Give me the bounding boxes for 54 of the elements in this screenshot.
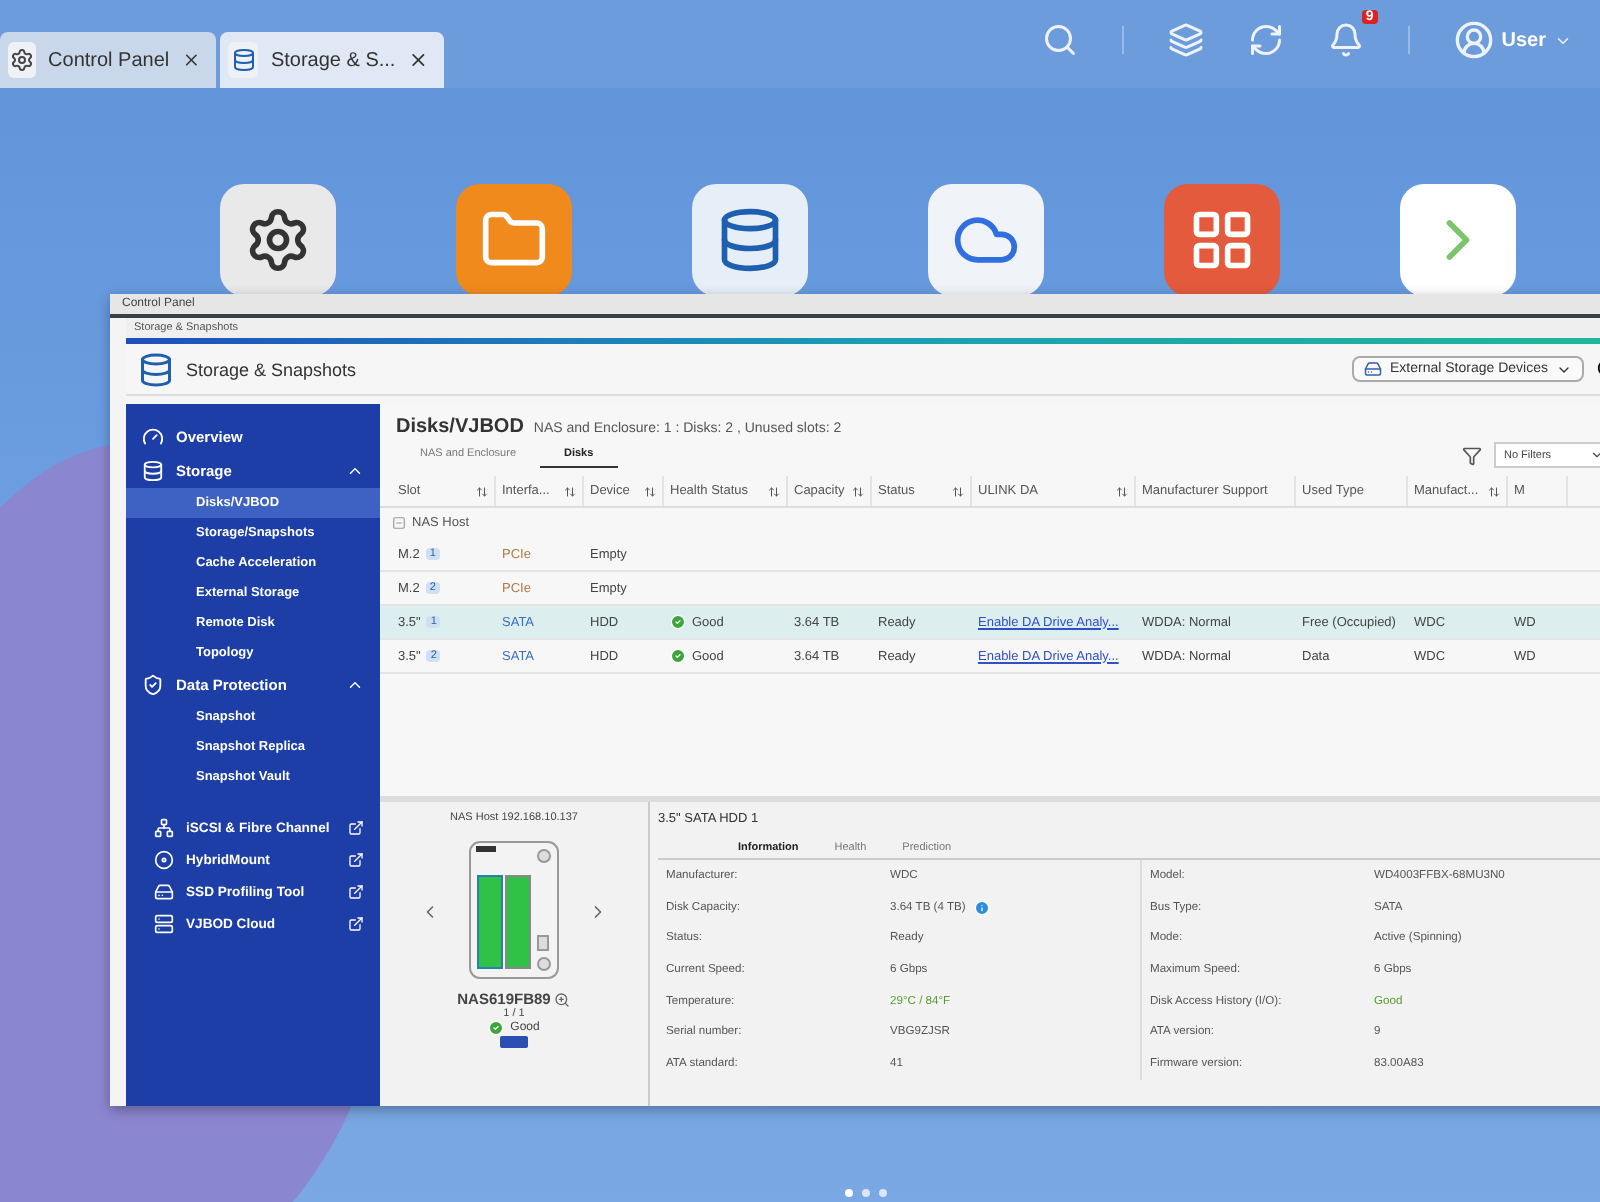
check-icon (670, 648, 686, 664)
app-tile[interactable] (220, 184, 336, 296)
search-icon[interactable] (1041, 22, 1078, 58)
database-icon (138, 351, 174, 387)
gauge-icon (142, 426, 164, 448)
sort-icon[interactable] (644, 485, 656, 497)
app-grid-icon (1188, 206, 1256, 274)
app-tab[interactable]: Storage & S... (220, 32, 444, 88)
user-avatar-icon[interactable] (1453, 20, 1494, 60)
info-icon[interactable] (973, 899, 990, 916)
sort-icon[interactable] (1488, 485, 1500, 497)
shield-icon (142, 674, 164, 696)
sort-icon[interactable] (952, 485, 964, 497)
nas-device-drawing (468, 840, 560, 984)
app-tile[interactable] (456, 184, 572, 296)
sync-icon[interactable] (1247, 22, 1284, 58)
sort-icon[interactable] (768, 485, 780, 497)
external-link-icon[interactable] (348, 852, 364, 868)
brand-badge-icon (500, 1036, 528, 1048)
layers-icon[interactable] (1167, 22, 1204, 58)
check-icon (488, 1020, 505, 1036)
page-title: Disks/VJBOD (396, 416, 524, 438)
chevron-up-icon[interactable] (346, 462, 364, 480)
app-tile[interactable] (692, 184, 808, 296)
drive-icon (1364, 360, 1383, 378)
app-tile[interactable] (1164, 184, 1280, 296)
database-icon (228, 42, 259, 78)
tool-icon (154, 914, 174, 934)
app-tab[interactable]: Control Panel (0, 32, 216, 88)
close-icon[interactable] (407, 48, 428, 72)
page-indicator-icon (844, 1188, 888, 1198)
sort-icon[interactable] (564, 485, 576, 497)
tool-icon (154, 850, 174, 870)
external-link-icon[interactable] (348, 916, 364, 932)
zoom-icon[interactable] (554, 991, 571, 1007)
caret-icon (1590, 448, 1600, 462)
database-icon (142, 460, 164, 482)
external-link-icon[interactable] (348, 820, 364, 836)
filter-icon[interactable] (1462, 445, 1482, 465)
external-link-icon[interactable] (348, 884, 364, 900)
app-tile[interactable] (1400, 184, 1516, 296)
database-icon (716, 206, 784, 274)
check-icon (670, 614, 686, 630)
tool-icon (154, 818, 174, 838)
app-header-title: Storage & Snapshots (186, 359, 359, 379)
chevron-up-icon[interactable] (346, 676, 364, 694)
gear-icon (8, 42, 37, 78)
tool-icon (154, 882, 174, 902)
sort-icon[interactable] (476, 485, 488, 497)
sort-icon[interactable] (852, 485, 864, 497)
sort-icon[interactable] (1116, 485, 1128, 497)
gear-icon (244, 206, 312, 274)
app-tile[interactable] (928, 184, 1044, 296)
notification-icon[interactable] (1327, 22, 1364, 58)
